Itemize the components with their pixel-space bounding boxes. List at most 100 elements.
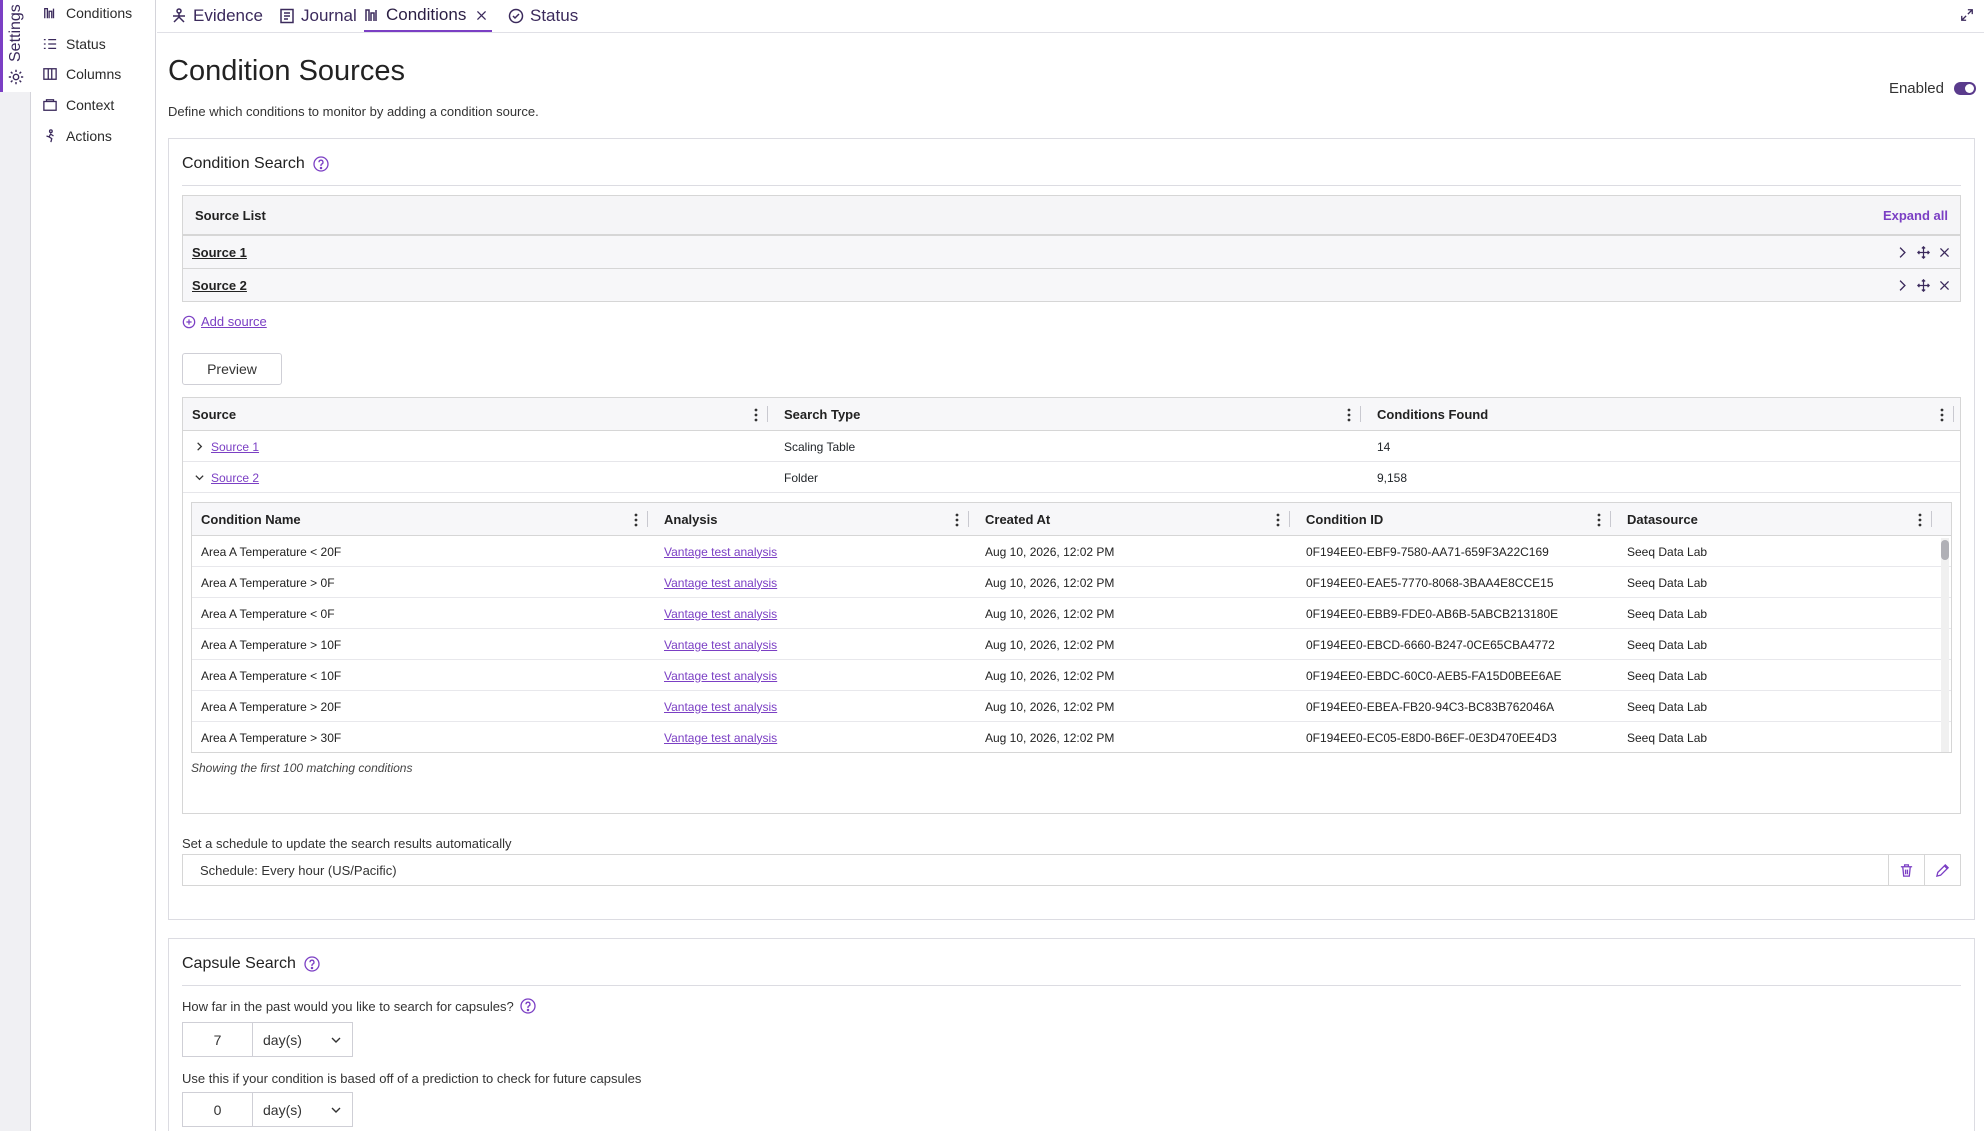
column-header-created-at[interactable]: Created At (985, 503, 1050, 536)
column-menu-icon[interactable] (754, 408, 758, 422)
column-separator[interactable] (767, 406, 768, 422)
expand-all-button[interactable]: Expand all (1883, 208, 1948, 223)
analysis-link[interactable]: Vantage test analysis (664, 700, 777, 714)
column-header-analysis[interactable]: Analysis (664, 503, 717, 536)
columns-icon (43, 68, 57, 80)
source-name-link[interactable]: Source 1 (192, 245, 247, 260)
table-row: Area A Temperature < 0F Vantage test ana… (192, 598, 1951, 629)
created-at-cell: Aug 10, 2026, 12:02 PM (985, 544, 1115, 559)
column-header-datasource[interactable]: Datasource (1627, 503, 1698, 536)
source-link[interactable]: Source 2 (211, 471, 259, 485)
condition-search-card: Condition Search Source List Expand all … (168, 138, 1975, 920)
column-header-condition-name[interactable]: Condition Name (201, 503, 301, 536)
column-header-source[interactable]: Source (192, 398, 236, 431)
add-source-button[interactable]: Add source (182, 314, 267, 329)
help-icon[interactable] (520, 998, 536, 1014)
column-menu-icon[interactable] (1276, 513, 1280, 527)
future-duration-input[interactable]: 0 (183, 1093, 253, 1126)
schedule-label: Set a schedule to update the search resu… (182, 836, 512, 851)
column-separator[interactable] (968, 511, 969, 527)
preview-button[interactable]: Preview (182, 353, 282, 385)
settings-rail-label: Settings (7, 4, 24, 62)
tab-status[interactable]: Status (508, 0, 578, 32)
source-name-link[interactable]: Source 2 (192, 278, 247, 293)
column-header-conditions-found[interactable]: Conditions Found (1377, 398, 1488, 431)
condition-search-title: Condition Search (182, 155, 305, 172)
created-at-cell: Aug 10, 2026, 12:02 PM (985, 668, 1115, 683)
nav-item-actions[interactable]: Actions (43, 123, 112, 149)
created-at-cell: Aug 10, 2026, 12:02 PM (985, 606, 1115, 621)
capsule-search-card: Capsule Search How far in the past would… (168, 938, 1975, 1131)
analysis-link[interactable]: Vantage test analysis (664, 607, 777, 621)
analysis-link[interactable]: Vantage test analysis (664, 638, 777, 652)
nav-item-conditions[interactable]: Conditions (43, 0, 132, 26)
expand-icon[interactable] (1960, 8, 1974, 22)
scrollbar-thumb[interactable] (1941, 540, 1949, 560)
tab-journal[interactable]: Journal (279, 0, 357, 32)
chevron-down-icon[interactable] (194, 472, 205, 483)
column-header-condition-id[interactable]: Condition ID (1306, 503, 1383, 536)
remove-icon[interactable] (1938, 279, 1951, 292)
conditions-table-header: Condition Name Analysis Created At Condi… (192, 503, 1951, 536)
condition-name-cell: Area A Temperature < 20F (201, 544, 342, 559)
enabled-toggle[interactable] (1954, 82, 1976, 95)
tab-evidence[interactable]: Evidence (171, 0, 263, 32)
nav-item-columns[interactable]: Columns (43, 61, 121, 87)
column-separator[interactable] (1610, 511, 1611, 527)
main-content: Condition Sources Define which condition… (157, 33, 1984, 1131)
condition-id-cell: 0F194EE0-EBF9-7580-AA71-659F3A22C169 (1306, 544, 1549, 559)
source-link[interactable]: Source 1 (211, 440, 259, 454)
close-icon[interactable] (475, 9, 488, 22)
nav-item-status[interactable]: Status (43, 31, 106, 57)
chevron-right-icon[interactable] (1896, 246, 1909, 259)
future-unit-select[interactable]: day(s) (253, 1093, 352, 1126)
analysis-link[interactable]: Vantage test analysis (664, 576, 777, 590)
analysis-link[interactable]: Vantage test analysis (664, 669, 777, 683)
column-separator[interactable] (1289, 511, 1290, 527)
past-search-label: How far in the past would you like to se… (182, 998, 536, 1014)
tab-conditions[interactable]: Conditions (364, 0, 493, 32)
condition-id-cell: 0F194EE0-EBCD-6660-B247-0CE65CBA4772 (1306, 637, 1555, 652)
datasource-cell: Seeq Data Lab (1627, 575, 1708, 590)
table-scrollbar[interactable] (1941, 538, 1949, 752)
tab-label: Evidence (193, 6, 263, 25)
column-menu-icon[interactable] (1597, 513, 1601, 527)
nav-item-label: Status (66, 36, 106, 52)
column-menu-icon[interactable] (1940, 408, 1944, 422)
condition-name-cell: Area A Temperature < 0F (201, 606, 335, 621)
column-menu-icon[interactable] (1918, 513, 1922, 527)
chevron-down-icon (331, 1037, 341, 1043)
chevron-right-icon[interactable] (194, 441, 205, 452)
column-separator[interactable] (1360, 406, 1361, 422)
column-header-search-type[interactable]: Search Type (784, 398, 860, 431)
datasource-cell: Seeq Data Lab (1627, 730, 1708, 745)
table-row: Area A Temperature > 10F Vantage test an… (192, 629, 1951, 660)
chevron-right-icon[interactable] (1896, 279, 1909, 292)
help-icon[interactable] (313, 156, 329, 172)
column-separator[interactable] (647, 511, 648, 527)
gear-icon (8, 69, 24, 85)
remove-icon[interactable] (1938, 246, 1951, 259)
delete-schedule-button[interactable] (1888, 855, 1924, 885)
analysis-link[interactable]: Vantage test analysis (664, 545, 777, 559)
table-row: Area A Temperature > 20F Vantage test an… (192, 691, 1951, 722)
nav-item-context[interactable]: Context (43, 92, 114, 118)
table-row: Source 2 Folder 9,158 (183, 462, 1960, 493)
edit-schedule-button[interactable] (1924, 855, 1960, 885)
column-separator[interactable] (1931, 511, 1932, 527)
created-at-cell: Aug 10, 2026, 12:02 PM (985, 730, 1115, 745)
column-separator[interactable] (1953, 406, 1954, 422)
past-duration-input[interactable]: 7 (183, 1023, 253, 1056)
column-menu-icon[interactable] (1347, 408, 1351, 422)
move-icon[interactable] (1917, 278, 1930, 292)
journal-icon (280, 8, 294, 24)
past-unit-select[interactable]: day(s) (253, 1023, 352, 1056)
column-menu-icon[interactable] (634, 513, 638, 527)
settings-rail: Settings (0, 0, 31, 1131)
move-icon[interactable] (1917, 245, 1930, 259)
help-icon[interactable] (304, 956, 320, 972)
column-menu-icon[interactable] (955, 513, 959, 527)
settings-rail-tab[interactable]: Settings (0, 0, 31, 92)
created-at-cell: Aug 10, 2026, 12:02 PM (985, 575, 1115, 590)
analysis-link[interactable]: Vantage test analysis (664, 731, 777, 745)
